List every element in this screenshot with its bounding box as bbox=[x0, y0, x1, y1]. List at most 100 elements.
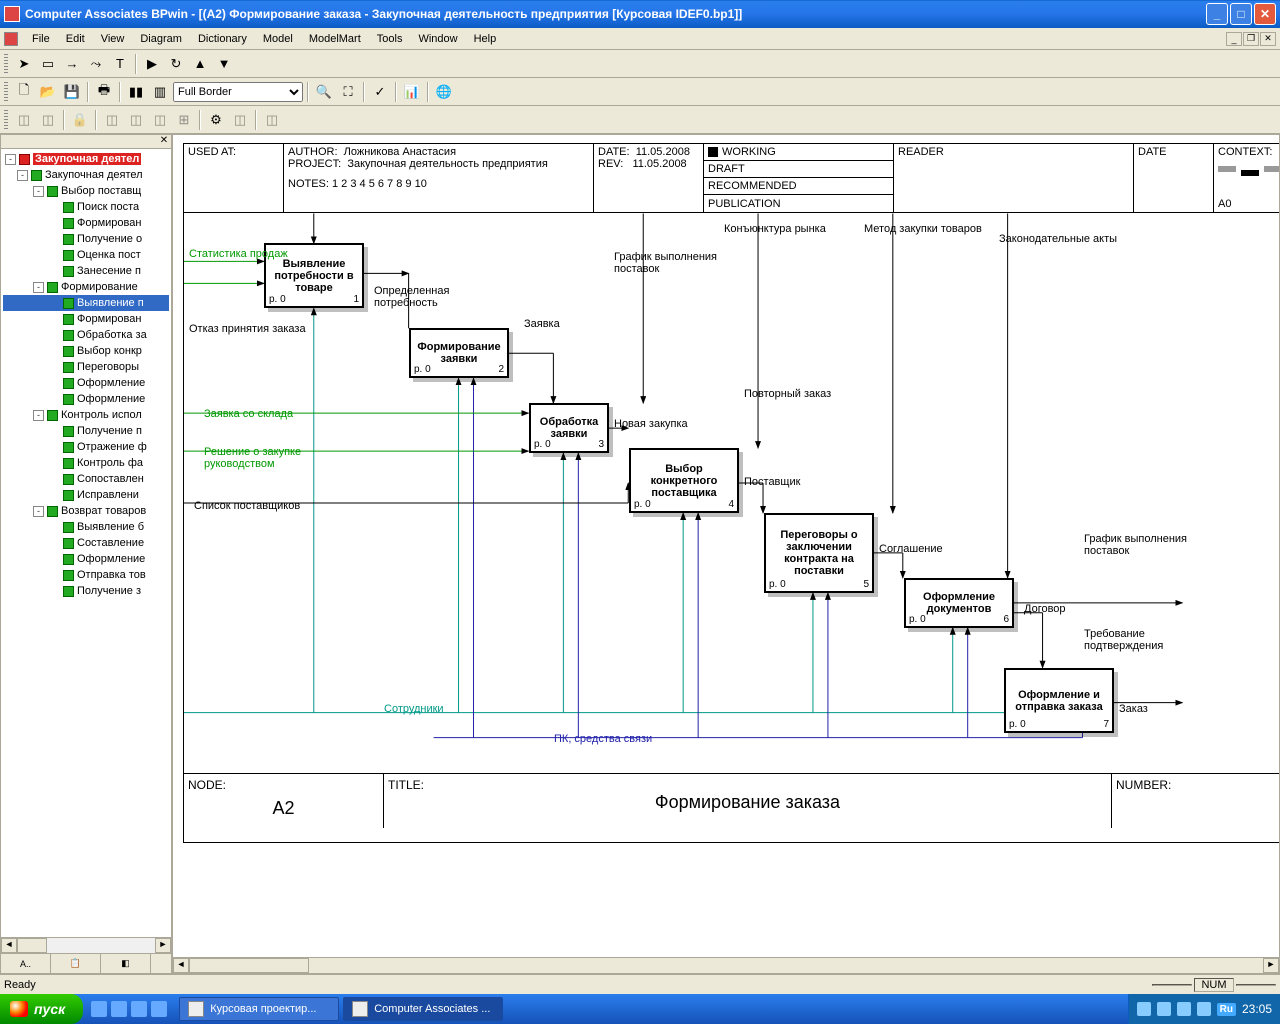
tree-node[interactable]: -Формирование bbox=[3, 279, 169, 295]
expand-icon[interactable]: - bbox=[17, 170, 28, 181]
tree-node[interactable]: Сопоставлен bbox=[3, 471, 169, 487]
activity-box[interactable]: Оформление и отправка заказаp. 07 bbox=[1004, 668, 1114, 733]
down-tool[interactable]: ▼ bbox=[213, 53, 235, 75]
mdi-system-icon[interactable] bbox=[4, 32, 18, 46]
tree-root[interactable]: - Закупочная деятел bbox=[3, 151, 169, 167]
expand-icon[interactable]: - bbox=[33, 410, 44, 421]
taskbar-task[interactable]: Курсовая проектир... bbox=[179, 997, 339, 1021]
tree-node[interactable]: Занесение п bbox=[3, 263, 169, 279]
tree-node[interactable]: -Закупочная деятел bbox=[3, 167, 169, 183]
expand-icon[interactable]: - bbox=[33, 282, 44, 293]
activity-box[interactable]: Переговоры о заключении контракта на пос… bbox=[764, 513, 874, 593]
toolbar-grip[interactable] bbox=[4, 110, 8, 130]
report-button[interactable]: 📊 bbox=[401, 81, 423, 103]
tree-node[interactable]: Отправка тов bbox=[3, 567, 169, 583]
menu-help[interactable]: Help bbox=[466, 31, 505, 47]
tree-hscroll[interactable]: ◄ ► bbox=[1, 937, 171, 953]
menu-file[interactable]: File bbox=[24, 31, 58, 47]
zoom-select[interactable]: Full Border bbox=[173, 82, 303, 102]
ql-icon[interactable] bbox=[91, 1001, 107, 1017]
menu-tools[interactable]: Tools bbox=[369, 31, 411, 47]
tree-node[interactable]: Оценка пост bbox=[3, 247, 169, 263]
activity-box[interactable]: Выбор конкретного поставщикаp. 04 bbox=[629, 448, 739, 513]
tree-node[interactable]: Выявление п bbox=[3, 295, 169, 311]
taskbar-task[interactable]: Computer Associates ... bbox=[343, 997, 503, 1021]
save-button[interactable]: 💾 bbox=[61, 81, 83, 103]
world-button[interactable]: 🌐 bbox=[433, 81, 455, 103]
tree-node[interactable]: Составление bbox=[3, 535, 169, 551]
menu-dictionary[interactable]: Dictionary bbox=[190, 31, 255, 47]
box-tool[interactable]: ▭ bbox=[37, 53, 59, 75]
tree-node[interactable]: Получение п bbox=[3, 423, 169, 439]
color-button[interactable]: ▥ bbox=[149, 81, 171, 103]
pointer-tool[interactable]: ➤ bbox=[13, 53, 35, 75]
tray-icon[interactable] bbox=[1177, 1002, 1191, 1016]
tree-node[interactable]: Формирован bbox=[3, 215, 169, 231]
scroll-thumb[interactable] bbox=[17, 938, 47, 953]
tree-node[interactable]: Формирован bbox=[3, 311, 169, 327]
minimize-button[interactable]: _ bbox=[1206, 3, 1228, 25]
tray-icon[interactable] bbox=[1157, 1002, 1171, 1016]
spellcheck-button[interactable]: ✓ bbox=[369, 81, 391, 103]
tree-tab-diagrams[interactable]: 📋 bbox=[51, 954, 101, 973]
tree-node[interactable]: Исправлени bbox=[3, 487, 169, 503]
scroll-right[interactable]: ► bbox=[155, 938, 171, 953]
mm-btn-7[interactable]: ⚙ bbox=[205, 109, 227, 131]
activity-box[interactable]: Формирование заявкиp. 02 bbox=[409, 328, 509, 378]
menu-window[interactable]: Window bbox=[410, 31, 465, 47]
tree-node[interactable]: Оформление bbox=[3, 551, 169, 567]
expand-icon[interactable]: - bbox=[5, 154, 16, 165]
expand-icon[interactable]: - bbox=[33, 186, 44, 197]
tree-node[interactable]: -Возврат товаров bbox=[3, 503, 169, 519]
menu-model[interactable]: Model bbox=[255, 31, 301, 47]
tree-node[interactable]: -Контроль испол bbox=[3, 407, 169, 423]
ql-icon[interactable] bbox=[151, 1001, 167, 1017]
tree-tab-activities[interactable]: A.. bbox=[1, 954, 51, 973]
mdi-restore[interactable]: ❐ bbox=[1243, 32, 1259, 46]
scroll-thumb[interactable] bbox=[189, 958, 309, 973]
canvas-hscroll[interactable]: ◄ ► bbox=[173, 957, 1279, 973]
panel-close-button[interactable]: ✕ bbox=[157, 135, 171, 148]
tree-node[interactable]: Отражение ф bbox=[3, 439, 169, 455]
tray-icon[interactable] bbox=[1137, 1002, 1151, 1016]
activity-box[interactable]: Оформление документовp. 06 bbox=[904, 578, 1014, 628]
tray-icon[interactable] bbox=[1197, 1002, 1211, 1016]
refresh-tool[interactable]: ↻ bbox=[165, 53, 187, 75]
tree-node[interactable]: Получение з bbox=[3, 583, 169, 599]
menu-view[interactable]: View bbox=[93, 31, 133, 47]
menu-diagram[interactable]: Diagram bbox=[132, 31, 190, 47]
tree-node[interactable]: Оформление bbox=[3, 391, 169, 407]
tree-node[interactable]: Оформление bbox=[3, 375, 169, 391]
menu-modelmart[interactable]: ModelMart bbox=[301, 31, 369, 47]
up-tool[interactable]: ▲ bbox=[189, 53, 211, 75]
tree-node[interactable]: Обработка за bbox=[3, 327, 169, 343]
new-button[interactable]: 🗋 bbox=[13, 81, 35, 103]
start-button[interactable]: пуск bbox=[0, 994, 83, 1024]
ql-icon[interactable] bbox=[111, 1001, 127, 1017]
tree-node[interactable]: Выявление б bbox=[3, 519, 169, 535]
tree-node[interactable]: Переговоры bbox=[3, 359, 169, 375]
toolbar-grip[interactable] bbox=[4, 54, 8, 74]
text-tool[interactable]: T bbox=[109, 53, 131, 75]
tree-node[interactable]: Поиск поста bbox=[3, 199, 169, 215]
diagram-canvas[interactable]: USED AT: AUTHOR: Ложникова Анастасия PRO… bbox=[172, 134, 1280, 974]
language-indicator[interactable]: Ru bbox=[1217, 1003, 1236, 1016]
activity-box[interactable]: Обработка заявкиp. 03 bbox=[529, 403, 609, 453]
scroll-left[interactable]: ◄ bbox=[173, 958, 189, 973]
expand-icon[interactable]: - bbox=[33, 506, 44, 517]
maximize-button[interactable]: □ bbox=[1230, 3, 1252, 25]
close-button[interactable]: ✕ bbox=[1254, 3, 1276, 25]
arrow-tool[interactable]: → bbox=[61, 53, 83, 75]
tree-node[interactable]: Получение о bbox=[3, 231, 169, 247]
scroll-left[interactable]: ◄ bbox=[1, 938, 17, 953]
tree-node[interactable]: Контроль фа bbox=[3, 455, 169, 471]
tree-node[interactable]: Выбор конкр bbox=[3, 343, 169, 359]
open-button[interactable]: 📂 bbox=[37, 81, 59, 103]
scroll-right[interactable]: ► bbox=[1263, 958, 1279, 973]
mdi-close[interactable]: ✕ bbox=[1260, 32, 1276, 46]
zoom-in-button[interactable]: 🔍 bbox=[313, 81, 335, 103]
play-tool[interactable]: ▶ bbox=[141, 53, 163, 75]
palette-button[interactable]: ▮▮ bbox=[125, 81, 147, 103]
menu-edit[interactable]: Edit bbox=[58, 31, 93, 47]
clock[interactable]: 23:05 bbox=[1242, 1002, 1272, 1016]
